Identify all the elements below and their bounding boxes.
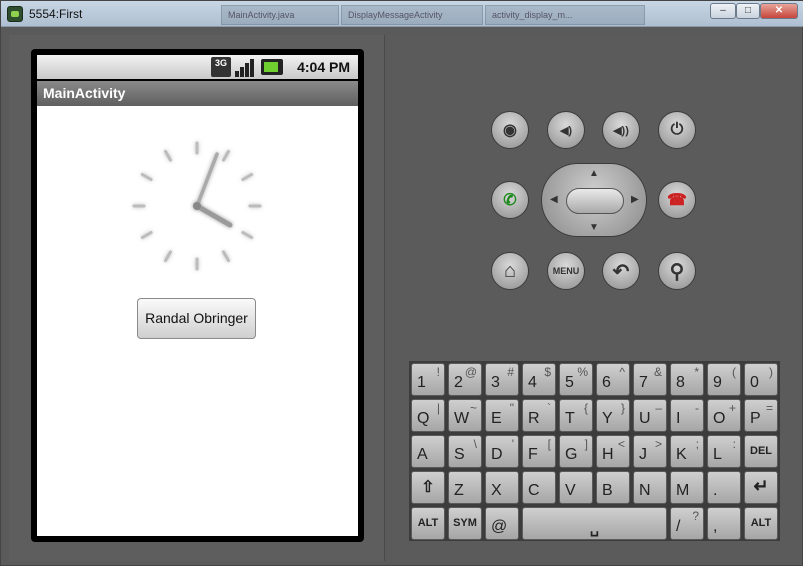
camera-button[interactable]: ◉ <box>491 111 529 149</box>
key-x[interactable]: X <box>485 471 519 504</box>
key-m[interactable]: M <box>670 471 704 504</box>
dpad-up-icon[interactable]: ▲ <box>589 168 599 179</box>
key-2[interactable]: 2 @ <box>448 363 482 396</box>
power-icon: ⏻ <box>670 121 684 138</box>
key-f[interactable]: F[ <box>522 435 556 468</box>
hardware-keyboard: 1! 2 @ 3 # 4 $ 5% 6 ^ 7 & 8 * 9( 0) Q | W ~ E " R… <box>409 361 780 541</box>
phone-call-icon: ✆ <box>503 192 517 209</box>
key-i[interactable]: I- <box>670 399 704 432</box>
key-8[interactable]: 8 * <box>670 363 704 396</box>
status-time: 4:04 PM <box>297 59 350 75</box>
key-space[interactable]: ␣ <box>522 507 667 540</box>
battery-icon <box>261 59 283 75</box>
signal-icon <box>235 57 257 77</box>
key-5[interactable]: 5% <box>559 363 593 396</box>
back-button[interactable]: ↶ <box>602 252 640 290</box>
volume-up-icon: ◀)) <box>613 124 629 137</box>
key-period[interactable]: . <box>707 471 741 504</box>
key-w[interactable]: W ~ <box>448 399 482 432</box>
home-icon: ⌂ <box>503 259 517 282</box>
key-sym[interactable]: SYM <box>448 507 482 540</box>
window-title: 5554:First <box>29 7 83 21</box>
key-comma[interactable]: , <box>707 507 741 540</box>
key-1[interactable]: 1! <box>411 363 445 396</box>
end-call-button[interactable]: ☎ <box>658 181 696 219</box>
key-slash[interactable]: /? <box>670 507 704 540</box>
menu-label: MENU <box>552 266 580 276</box>
key-9[interactable]: 9( <box>707 363 741 396</box>
key-z[interactable]: Z <box>448 471 482 504</box>
key-r[interactable]: R ` <box>522 399 556 432</box>
back-icon: ↶ <box>612 260 630 283</box>
key-enter[interactable]: ↵ <box>744 471 778 504</box>
key-b[interactable]: B <box>596 471 630 504</box>
key-shift[interactable]: ⇧ <box>411 471 445 504</box>
key-s[interactable]: S \ <box>448 435 482 468</box>
action-bar: MainActivity <box>37 81 358 106</box>
key-v[interactable]: V <box>559 471 593 504</box>
dpad-center-button[interactable] <box>566 188 624 214</box>
key-j[interactable]: J > <box>633 435 667 468</box>
key-alt-right[interactable]: ALT <box>744 507 778 540</box>
dpad-down-icon[interactable]: ▼ <box>589 222 599 233</box>
dpad-right-icon[interactable]: ▶ <box>631 194 639 205</box>
home-button[interactable]: ⌂ <box>491 252 529 290</box>
key-3[interactable]: 3 # <box>485 363 519 396</box>
key-7[interactable]: 7 & <box>633 363 667 396</box>
key-n[interactable]: N <box>633 471 667 504</box>
menu-button[interactable]: MENU <box>547 252 585 290</box>
key-k[interactable]: K; <box>670 435 704 468</box>
dpad[interactable]: ▲ ▼ ◀ ▶ <box>541 163 647 237</box>
android-icon <box>7 6 23 22</box>
search-button[interactable]: ⚲ <box>658 252 696 290</box>
name-button[interactable]: Randal Obringer <box>137 298 256 339</box>
volume-down-button[interactable]: ◀) <box>547 111 585 149</box>
maximize-button[interactable]: □ <box>736 3 760 19</box>
call-button[interactable]: ✆ <box>491 181 529 219</box>
key-g[interactable]: G] <box>559 435 593 468</box>
key-at[interactable]: @ <box>485 507 519 540</box>
key-c[interactable]: C <box>522 471 556 504</box>
key-h[interactable]: H < <box>596 435 630 468</box>
dpad-left-icon[interactable]: ◀ <box>550 194 558 205</box>
key-alt-left[interactable]: ALT <box>411 507 445 540</box>
network-3g-icon: 3G <box>211 57 231 77</box>
status-bar: 3G 4:04 PM <box>37 55 358 79</box>
key-e[interactable]: E " <box>485 399 519 432</box>
background-tab[interactable]: DisplayMessageActivity <box>341 5 483 25</box>
key-l[interactable]: L: <box>707 435 741 468</box>
app-title: MainActivity <box>43 85 126 101</box>
end-call-icon: ☎ <box>667 192 687 209</box>
background-tab[interactable]: activity_display_m... <box>485 5 645 25</box>
minimize-button[interactable]: – <box>710 3 736 19</box>
key-o[interactable]: O + <box>707 399 741 432</box>
key-0[interactable]: 0) <box>744 363 778 396</box>
key-4[interactable]: 4 $ <box>522 363 556 396</box>
key-a[interactable]: A <box>411 435 445 468</box>
volume-down-icon: ◀) <box>559 124 573 137</box>
analog-clock <box>132 141 262 271</box>
key-y[interactable]: Y} <box>596 399 630 432</box>
key-u[interactable]: U – <box>633 399 667 432</box>
key-p[interactable]: P = <box>744 399 778 432</box>
key-t[interactable]: T{ <box>559 399 593 432</box>
key-del[interactable]: DEL <box>744 435 778 468</box>
key-q[interactable]: Q | <box>411 399 445 432</box>
search-icon: ⚲ <box>669 260 685 283</box>
key-6[interactable]: 6 ^ <box>596 363 630 396</box>
volume-up-button[interactable]: ◀)) <box>602 111 640 149</box>
emulator-window: 5554:First MainActivity.java DisplayMess… <box>0 0 803 566</box>
close-button[interactable]: ✕ <box>760 3 798 19</box>
power-button[interactable]: ⏻ <box>658 111 696 149</box>
camera-icon: ◉ <box>503 122 517 139</box>
key-d[interactable]: D ' <box>485 435 519 468</box>
title-bar: 5554:First MainActivity.java DisplayMess… <box>1 1 803 27</box>
background-tab[interactable]: MainActivity.java <box>221 5 339 25</box>
